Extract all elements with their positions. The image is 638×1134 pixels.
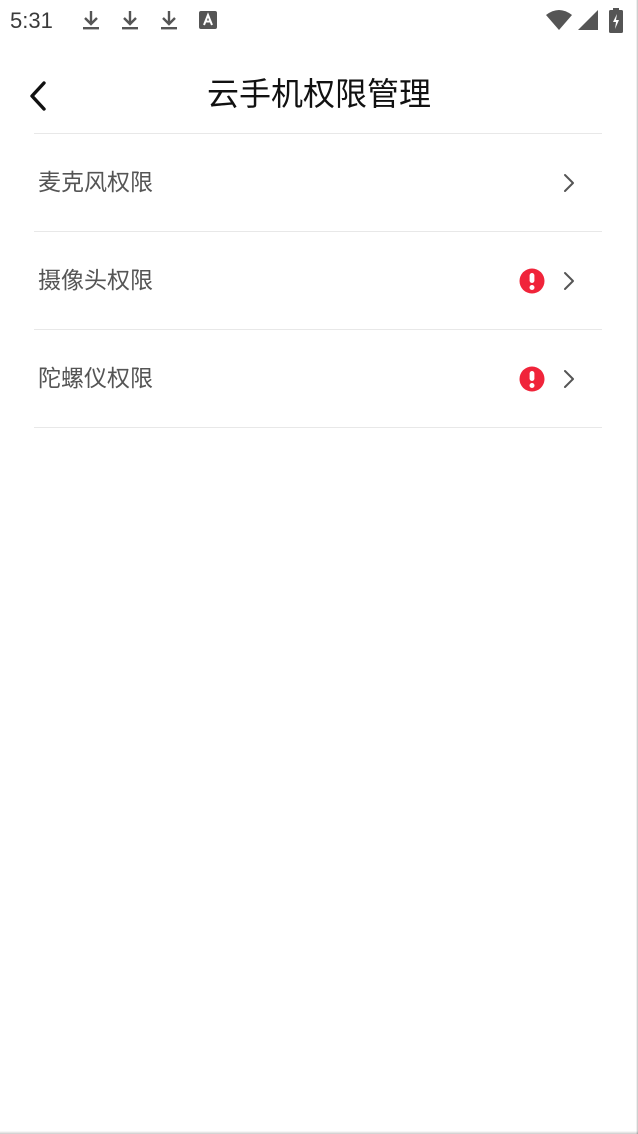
warning-icon — [519, 268, 545, 294]
download-icon — [118, 8, 142, 32]
chevron-right-icon — [562, 270, 576, 292]
list-item-gyroscope[interactable]: 陀螺仪权限 — [34, 330, 602, 428]
download-icon — [157, 8, 181, 32]
status-bar: 5:31 — [0, 0, 638, 42]
screen: 5:31 云手机权限管理 麦克风权限 摄像头权限 陀螺仪权限 — [0, 0, 638, 1134]
chevron-right-icon — [562, 172, 576, 194]
list-item-microphone[interactable]: 麦克风权限 — [34, 134, 602, 232]
page-title: 云手机权限管理 — [206, 75, 431, 113]
header: 云手机权限管理 — [0, 58, 638, 134]
status-time: 5:31 — [10, 8, 53, 33]
download-icon — [79, 8, 103, 32]
battery-icon — [608, 8, 624, 33]
chevron-right-icon — [562, 368, 576, 390]
permission-list: 麦克风权限 摄像头权限 陀螺仪权限 — [34, 134, 602, 428]
warning-icon — [519, 366, 545, 392]
list-item-label: 陀螺仪权限 — [38, 366, 153, 392]
signal-icon — [576, 8, 600, 32]
list-item-label: 摄像头权限 — [38, 268, 153, 294]
list-item-label: 麦克风权限 — [38, 170, 153, 196]
list-item-camera[interactable]: 摄像头权限 — [34, 232, 602, 330]
wifi-icon — [545, 8, 573, 32]
app-a-icon — [196, 8, 220, 32]
